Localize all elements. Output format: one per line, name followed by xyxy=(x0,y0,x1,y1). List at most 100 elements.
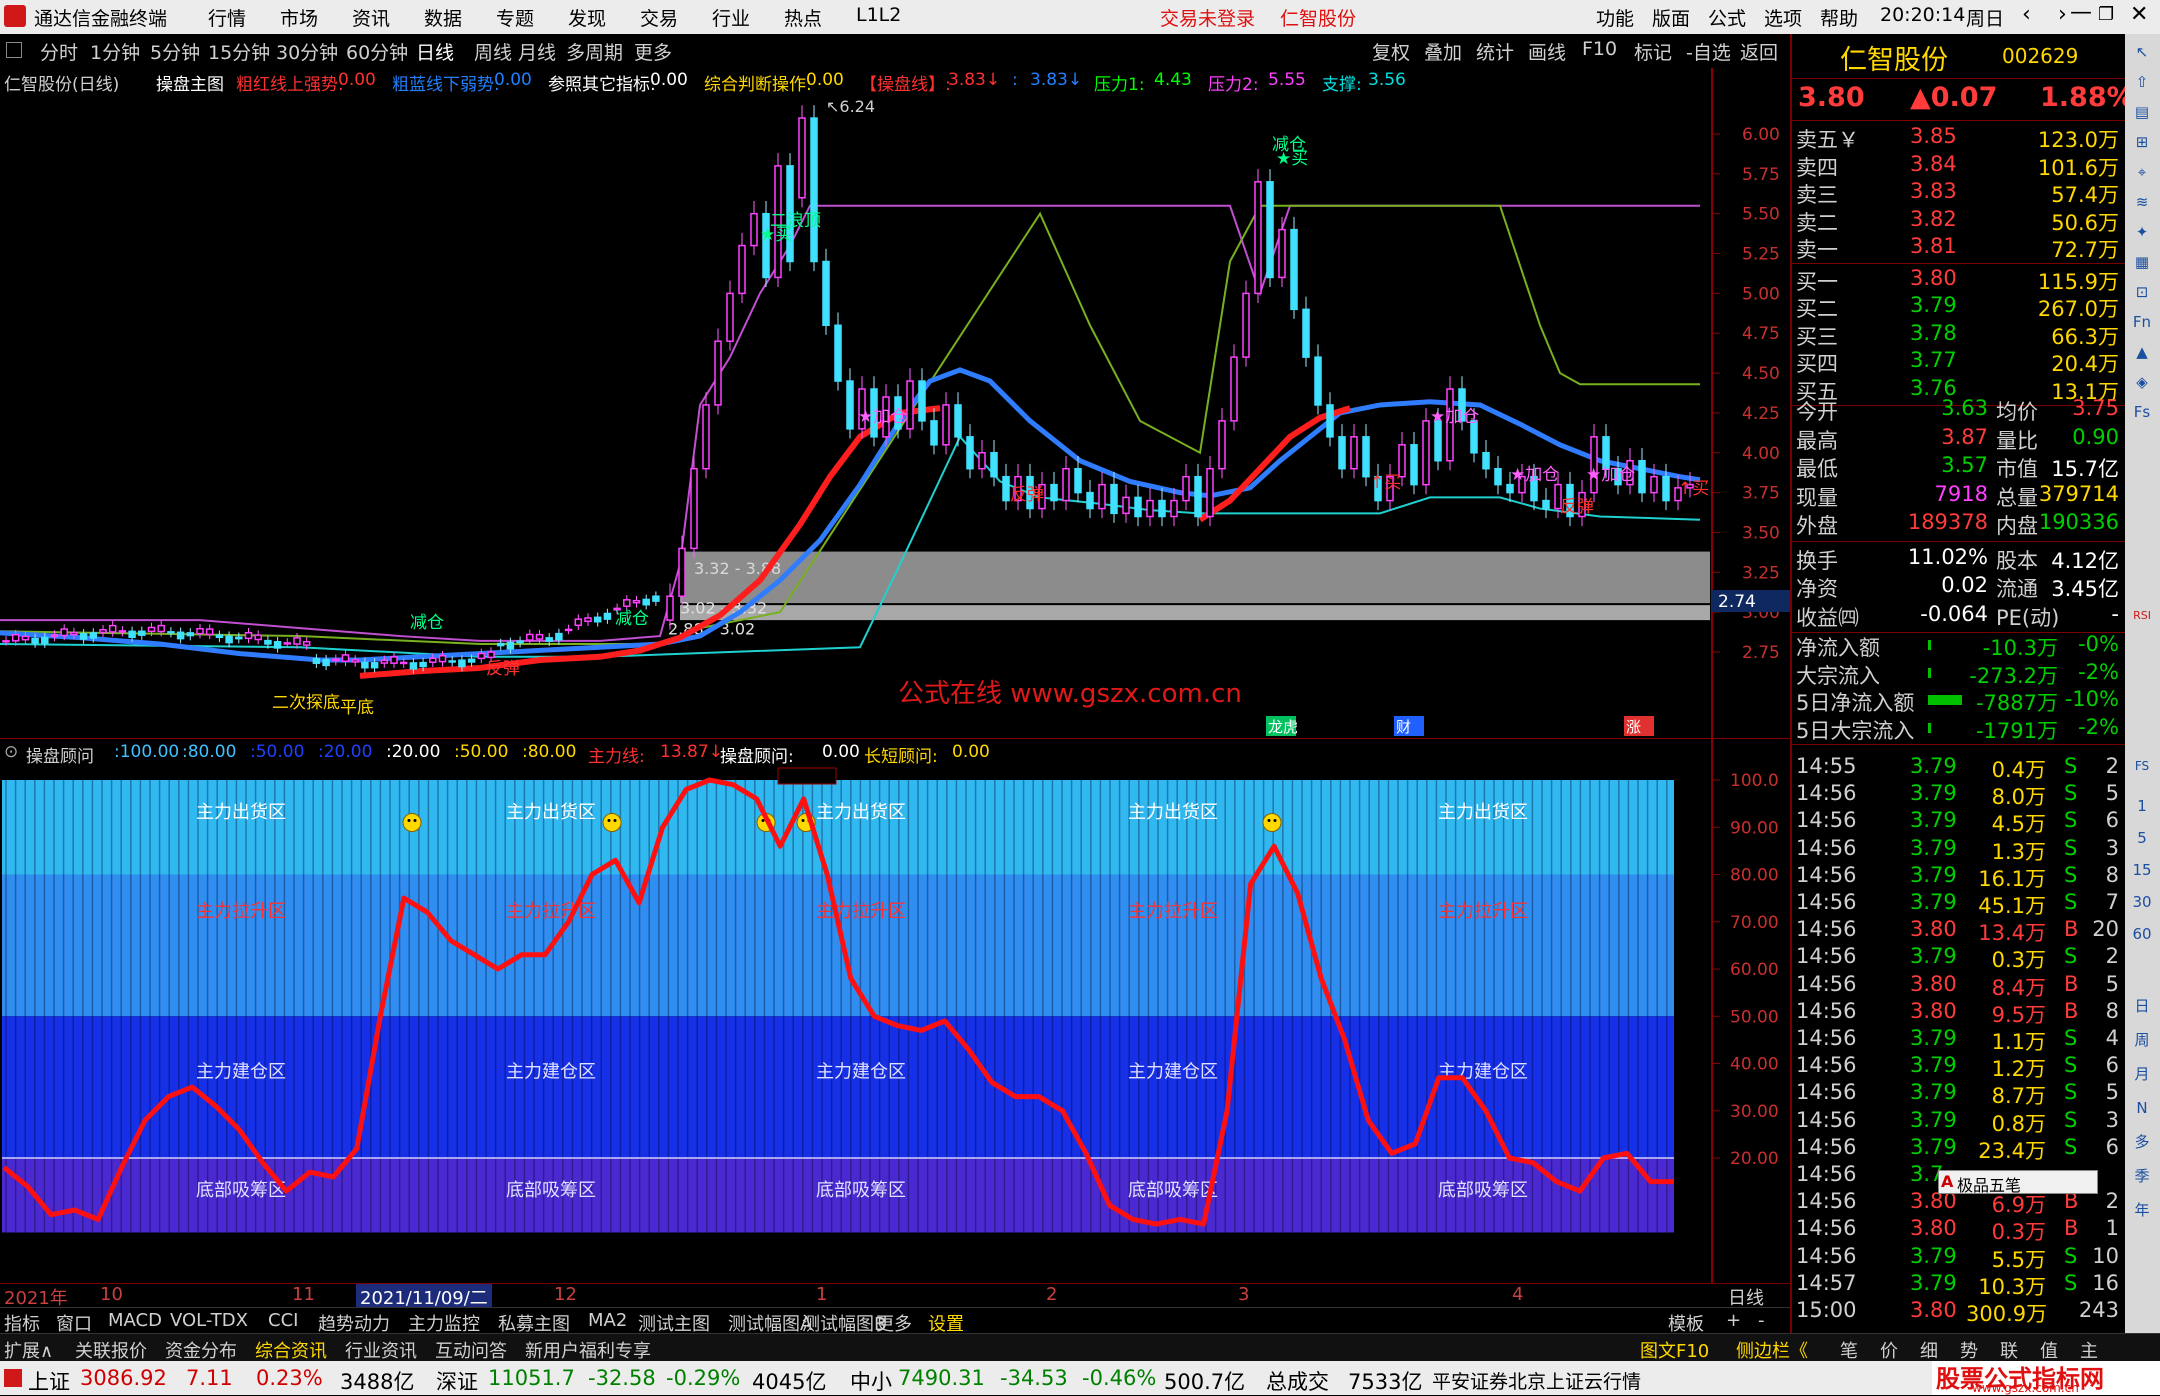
tool-icon-6[interactable]: ✦ xyxy=(2130,220,2154,244)
toolbar-2[interactable]: 统计 xyxy=(1476,38,1514,65)
info-right-2[interactable]: 笔 xyxy=(1840,1337,1858,1363)
tool-period-0[interactable]: 日 xyxy=(2130,994,2154,1018)
main-kline-chart[interactable]: 6.00 5.75 5.50 5.25 5.00 4.75 4.50 4.25 4.00 3.75… xyxy=(0,68,1790,738)
period-2[interactable]: 5分钟 xyxy=(150,38,200,65)
forward-icon[interactable]: › xyxy=(2058,2,2067,27)
menu-0[interactable]: 行情 xyxy=(208,4,246,31)
tab-right-2[interactable]: - xyxy=(1758,1310,1765,1331)
tab-4[interactable]: CCI xyxy=(268,1310,298,1331)
tool-num-3[interactable]: 30 xyxy=(2130,890,2154,914)
menu-4[interactable]: 专题 xyxy=(496,4,534,31)
tool-icon-4[interactable]: ⌖ xyxy=(2130,160,2154,184)
tool-num-0[interactable]: 1 xyxy=(2130,794,2154,818)
stat-value: 0.90 xyxy=(2072,424,2119,449)
period-7[interactable]: 周线 xyxy=(474,38,512,65)
tool-icon-0[interactable]: ↖ xyxy=(2130,40,2154,64)
info-tab-6[interactable]: 新用户福利专享 xyxy=(525,1337,651,1363)
tab-2[interactable]: MACD xyxy=(108,1310,162,1331)
right-menu-1[interactable]: 版面 xyxy=(1652,4,1690,31)
tool-period-5[interactable]: 季 xyxy=(2130,1164,2154,1188)
back-icon[interactable]: ‹ xyxy=(2022,2,2031,27)
restore-icon[interactable]: ❐ xyxy=(2098,4,2114,25)
period-6[interactable]: 日线 xyxy=(416,38,454,65)
period-1[interactable]: 1分钟 xyxy=(90,38,140,65)
info-right-3[interactable]: 价 xyxy=(1880,1337,1898,1363)
right-menu-3[interactable]: 选项 xyxy=(1764,4,1802,31)
info-tab-4[interactable]: 行业资讯 xyxy=(345,1337,417,1363)
period-9[interactable]: 多周期 xyxy=(566,38,623,65)
tool-icon-12[interactable]: Fs xyxy=(2130,400,2154,424)
menu-6[interactable]: 交易 xyxy=(640,4,678,31)
login-status[interactable]: 交易未登录 xyxy=(1160,4,1255,31)
menu-7[interactable]: 行业 xyxy=(712,4,750,31)
tool-icon-7[interactable]: ▦ xyxy=(2130,250,2154,274)
right-menu-0[interactable]: 功能 xyxy=(1596,4,1634,31)
ime-popup[interactable]: A 极品五笔 xyxy=(1938,1170,2098,1195)
info-right-1[interactable]: 侧边栏《 xyxy=(1736,1337,1808,1363)
ask-row: 卖四 3.84 101.6万 xyxy=(1792,152,2127,180)
stat-label: 市值 xyxy=(1996,457,2038,481)
collapse-icon[interactable] xyxy=(6,42,22,58)
tool-icon-2[interactable]: ▤ xyxy=(2130,100,2154,124)
period-0[interactable]: 分时 xyxy=(40,38,78,65)
period-5[interactable]: 60分钟 xyxy=(346,38,408,65)
minimize-button[interactable]: — xyxy=(2070,0,2092,25)
toolbar-1[interactable]: 叠加 xyxy=(1424,38,1462,65)
period-4[interactable]: 30分钟 xyxy=(276,38,338,65)
tool-icon-3[interactable]: ⊞ xyxy=(2130,130,2154,154)
tick-time: 14:56 xyxy=(1796,862,1857,887)
info-tab-3[interactable]: 综合资讯 xyxy=(255,1337,327,1363)
info-tab-0[interactable]: 扩展∧ xyxy=(4,1337,53,1363)
tool-icon-10[interactable]: ▲ xyxy=(2130,340,2154,364)
tool-num-2[interactable]: 15 xyxy=(2130,858,2154,882)
period-3[interactable]: 15分钟 xyxy=(208,38,270,65)
sub-legend-name[interactable]: 操盘顾问 xyxy=(26,742,94,767)
info-tab-1[interactable]: 关联报价 xyxy=(75,1337,147,1363)
toolbar-4[interactable]: F10 xyxy=(1582,38,1617,60)
menu-9[interactable]: L1L2 xyxy=(856,4,901,26)
menu-2[interactable]: 资讯 xyxy=(352,4,390,31)
tab-right-1[interactable]: + xyxy=(1726,1310,1741,1331)
period-8[interactable]: 月线 xyxy=(518,38,556,65)
tool-num-4[interactable]: 60 xyxy=(2130,922,2154,946)
tool-icon-5[interactable]: ≋ xyxy=(2130,190,2154,214)
tool-period-6[interactable]: 年 xyxy=(2130,1198,2154,1222)
tool-period-2[interactable]: 月 xyxy=(2130,1062,2154,1086)
tool-icon-1[interactable]: ⇧ xyxy=(2130,70,2154,94)
formula-name[interactable]: 操盘主图 xyxy=(156,70,224,95)
toolbar-0[interactable]: 复权 xyxy=(1372,38,1410,65)
menu-5[interactable]: 发现 xyxy=(568,4,606,31)
info-tab-5[interactable]: 互动问答 xyxy=(435,1337,507,1363)
tool-period-4[interactable]: 多 xyxy=(2130,1130,2154,1154)
candle-body xyxy=(1638,459,1646,494)
tool-fs[interactable]: FS xyxy=(2130,754,2154,778)
right-menu-4[interactable]: 帮助 xyxy=(1820,4,1858,31)
tool-period-1[interactable]: 周 xyxy=(2130,1028,2154,1052)
info-tab-2[interactable]: 资金分布 xyxy=(165,1337,237,1363)
tool-num-1[interactable]: 5 xyxy=(2130,826,2154,850)
tool-period-3[interactable]: N xyxy=(2130,1096,2154,1120)
close-icon[interactable]: ✕ xyxy=(2130,2,2148,27)
tab-8[interactable]: MA2 xyxy=(588,1310,627,1331)
collapse-icon[interactable]: ⊙ xyxy=(4,742,18,762)
tool-icon-8[interactable]: ⊡ xyxy=(2130,280,2154,304)
candle-body xyxy=(1242,292,1250,358)
menu-3[interactable]: 数据 xyxy=(424,4,462,31)
toolbar-5[interactable]: 标记 xyxy=(1634,38,1672,65)
zone-label-lasheng: 主力拉升区 xyxy=(196,901,286,922)
toolbar-3[interactable]: 画线 xyxy=(1528,38,1566,65)
info-right-0[interactable]: 图文F10 xyxy=(1640,1337,1709,1363)
tab-3[interactable]: VOL-TDX xyxy=(170,1310,248,1331)
candle-body xyxy=(244,631,253,640)
toolbar-6[interactable]: -自选 xyxy=(1686,38,1731,65)
sub-indicator-chart[interactable]: 主力出货区 主力拉升区 主力建仓区 底部吸筹区 主力出货区 主力拉升区 主力建仓区 底部吸筹区… xyxy=(0,738,1790,1283)
smiley-face xyxy=(402,813,422,833)
toolbar-7[interactable]: 返回 xyxy=(1740,38,1778,65)
right-menu-2[interactable]: 公式 xyxy=(1708,4,1746,31)
menu-1[interactable]: 市场 xyxy=(280,4,318,31)
tool-icon-11[interactable]: ◈ xyxy=(2130,370,2154,394)
tool-icon-9[interactable]: Fn xyxy=(2130,310,2154,334)
menu-8[interactable]: 热点 xyxy=(784,4,822,31)
tool-rsi[interactable]: RSI xyxy=(2130,604,2154,628)
period-10[interactable]: 更多 xyxy=(634,38,672,65)
